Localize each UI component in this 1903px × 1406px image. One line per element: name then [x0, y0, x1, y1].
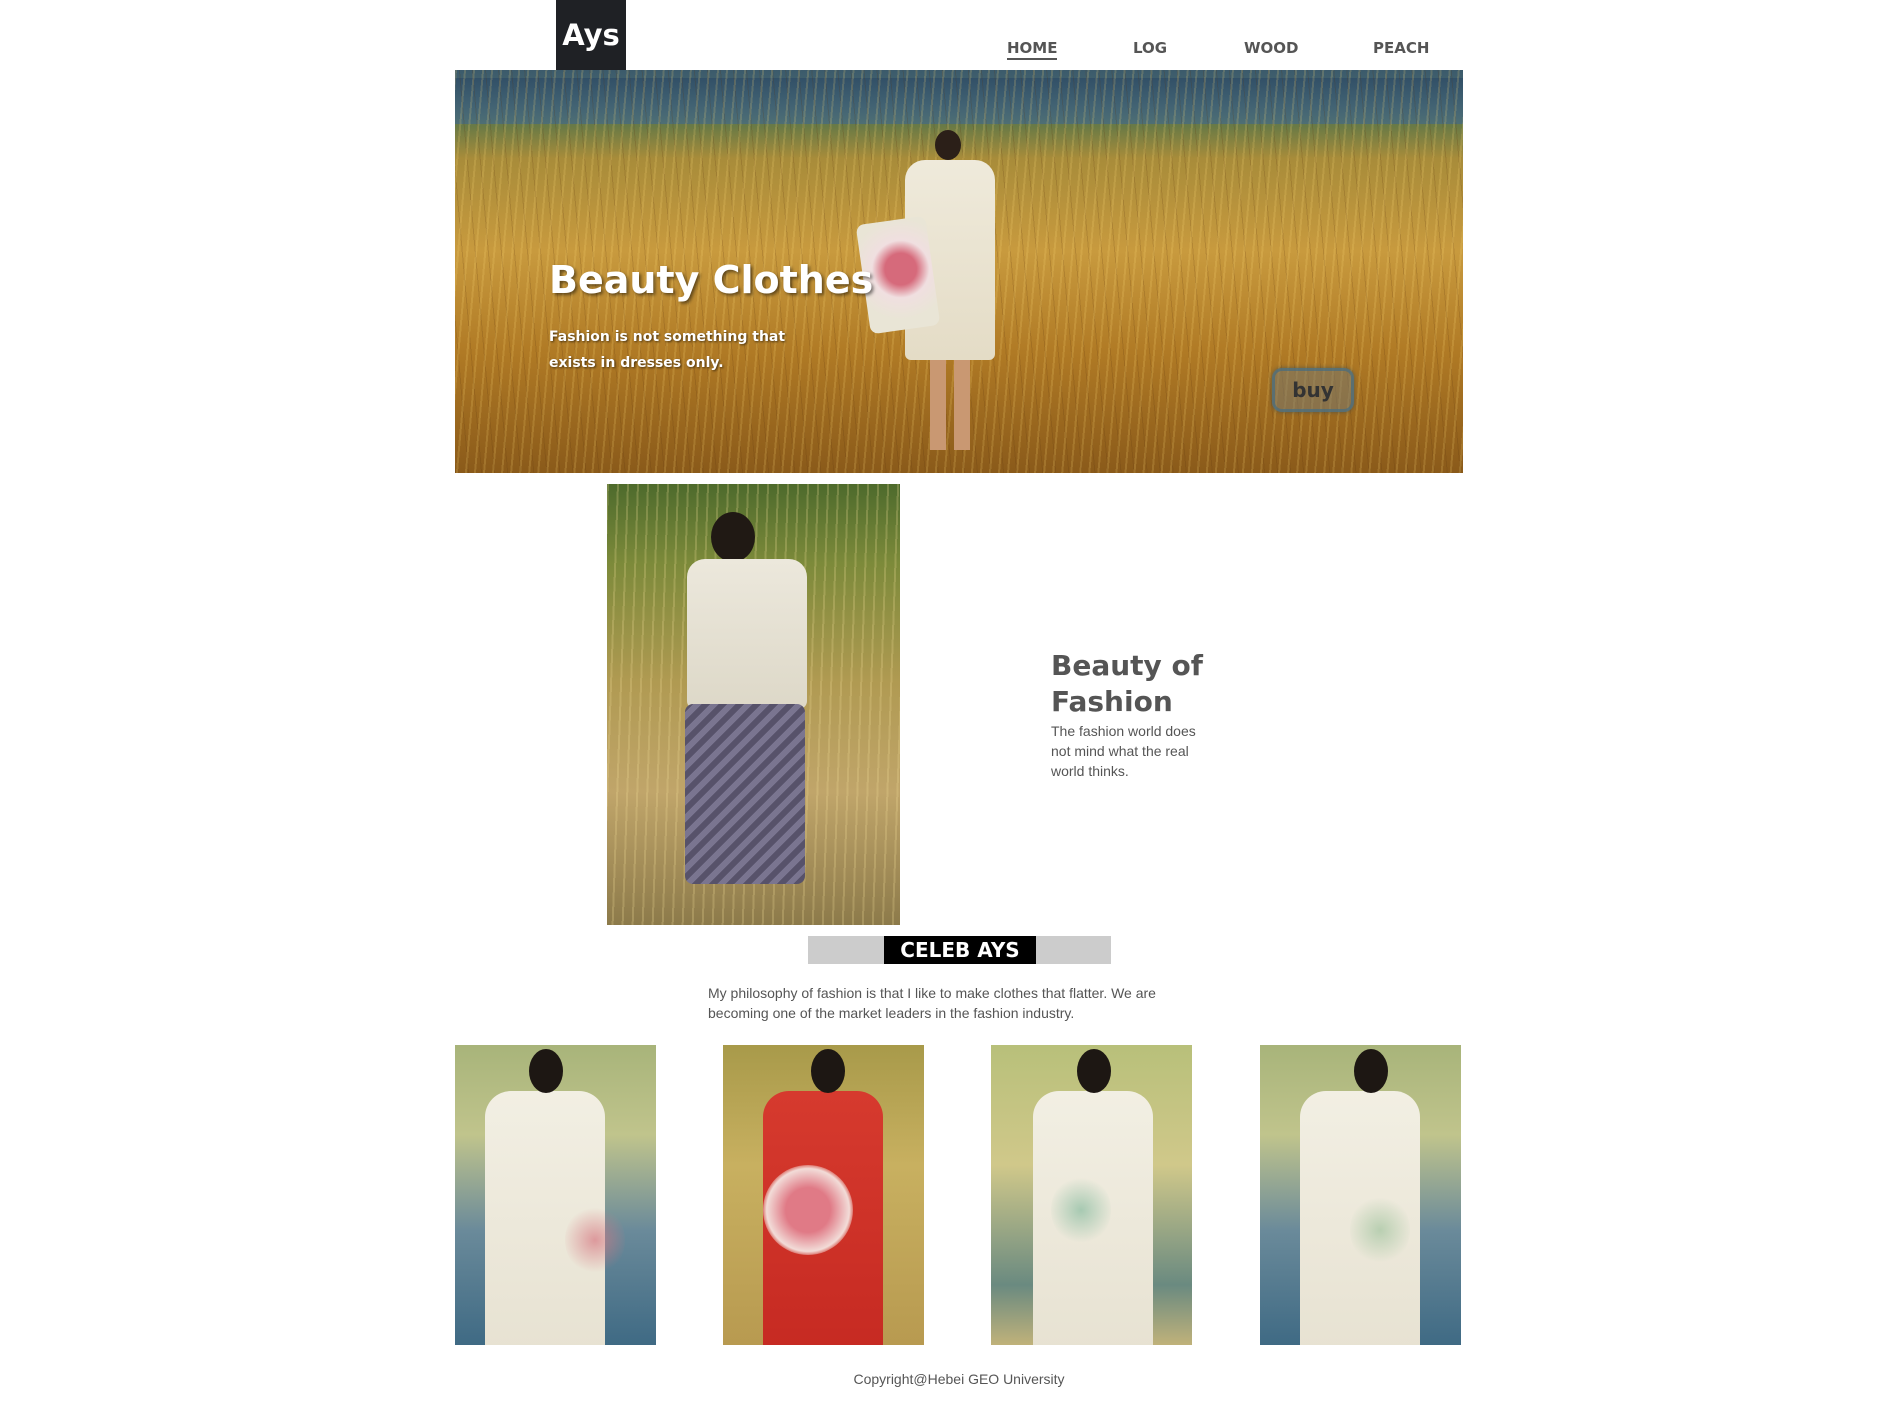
philosophy-text: My philosophy of fashion is that I like …: [708, 985, 1156, 1021]
gallery-image-3[interactable]: [991, 1045, 1192, 1345]
nav-log[interactable]: LOG: [1133, 39, 1167, 58]
nav-home[interactable]: HOME: [1007, 39, 1058, 60]
feature-model-image: [607, 484, 900, 925]
hero-model-image: [855, 130, 1025, 450]
nav-wood[interactable]: WOOD: [1244, 39, 1299, 58]
celeb-banner: CELEB AYS: [808, 936, 1111, 964]
feature-text: The fashion world does not mind what the…: [1051, 723, 1196, 779]
gallery-image-2[interactable]: [723, 1045, 924, 1345]
celeb-label: CELEB AYS: [884, 936, 1036, 964]
hero-subtitle: Fashion is not something that exists in …: [549, 329, 786, 371]
gallery-image-4[interactable]: [1260, 1045, 1461, 1345]
nav-peach[interactable]: PEACH: [1373, 39, 1429, 58]
gallery-image-1[interactable]: [455, 1045, 656, 1345]
hero-banner: Beauty Clothes Fashion is not something …: [455, 70, 1463, 473]
main-nav: HOME LOG WOOD PEACH: [455, 39, 1463, 63]
page: Ays HOME LOG WOOD PEACH Beauty Clothes F…: [455, 0, 1463, 1406]
buy-button[interactable]: buy: [1272, 368, 1354, 412]
footer-copyright: Copyright@Hebei GEO University: [853, 1371, 1065, 1387]
hero-title: Beauty Clothes: [549, 258, 874, 302]
feature-title: Beauty of Fashion: [1051, 649, 1203, 718]
